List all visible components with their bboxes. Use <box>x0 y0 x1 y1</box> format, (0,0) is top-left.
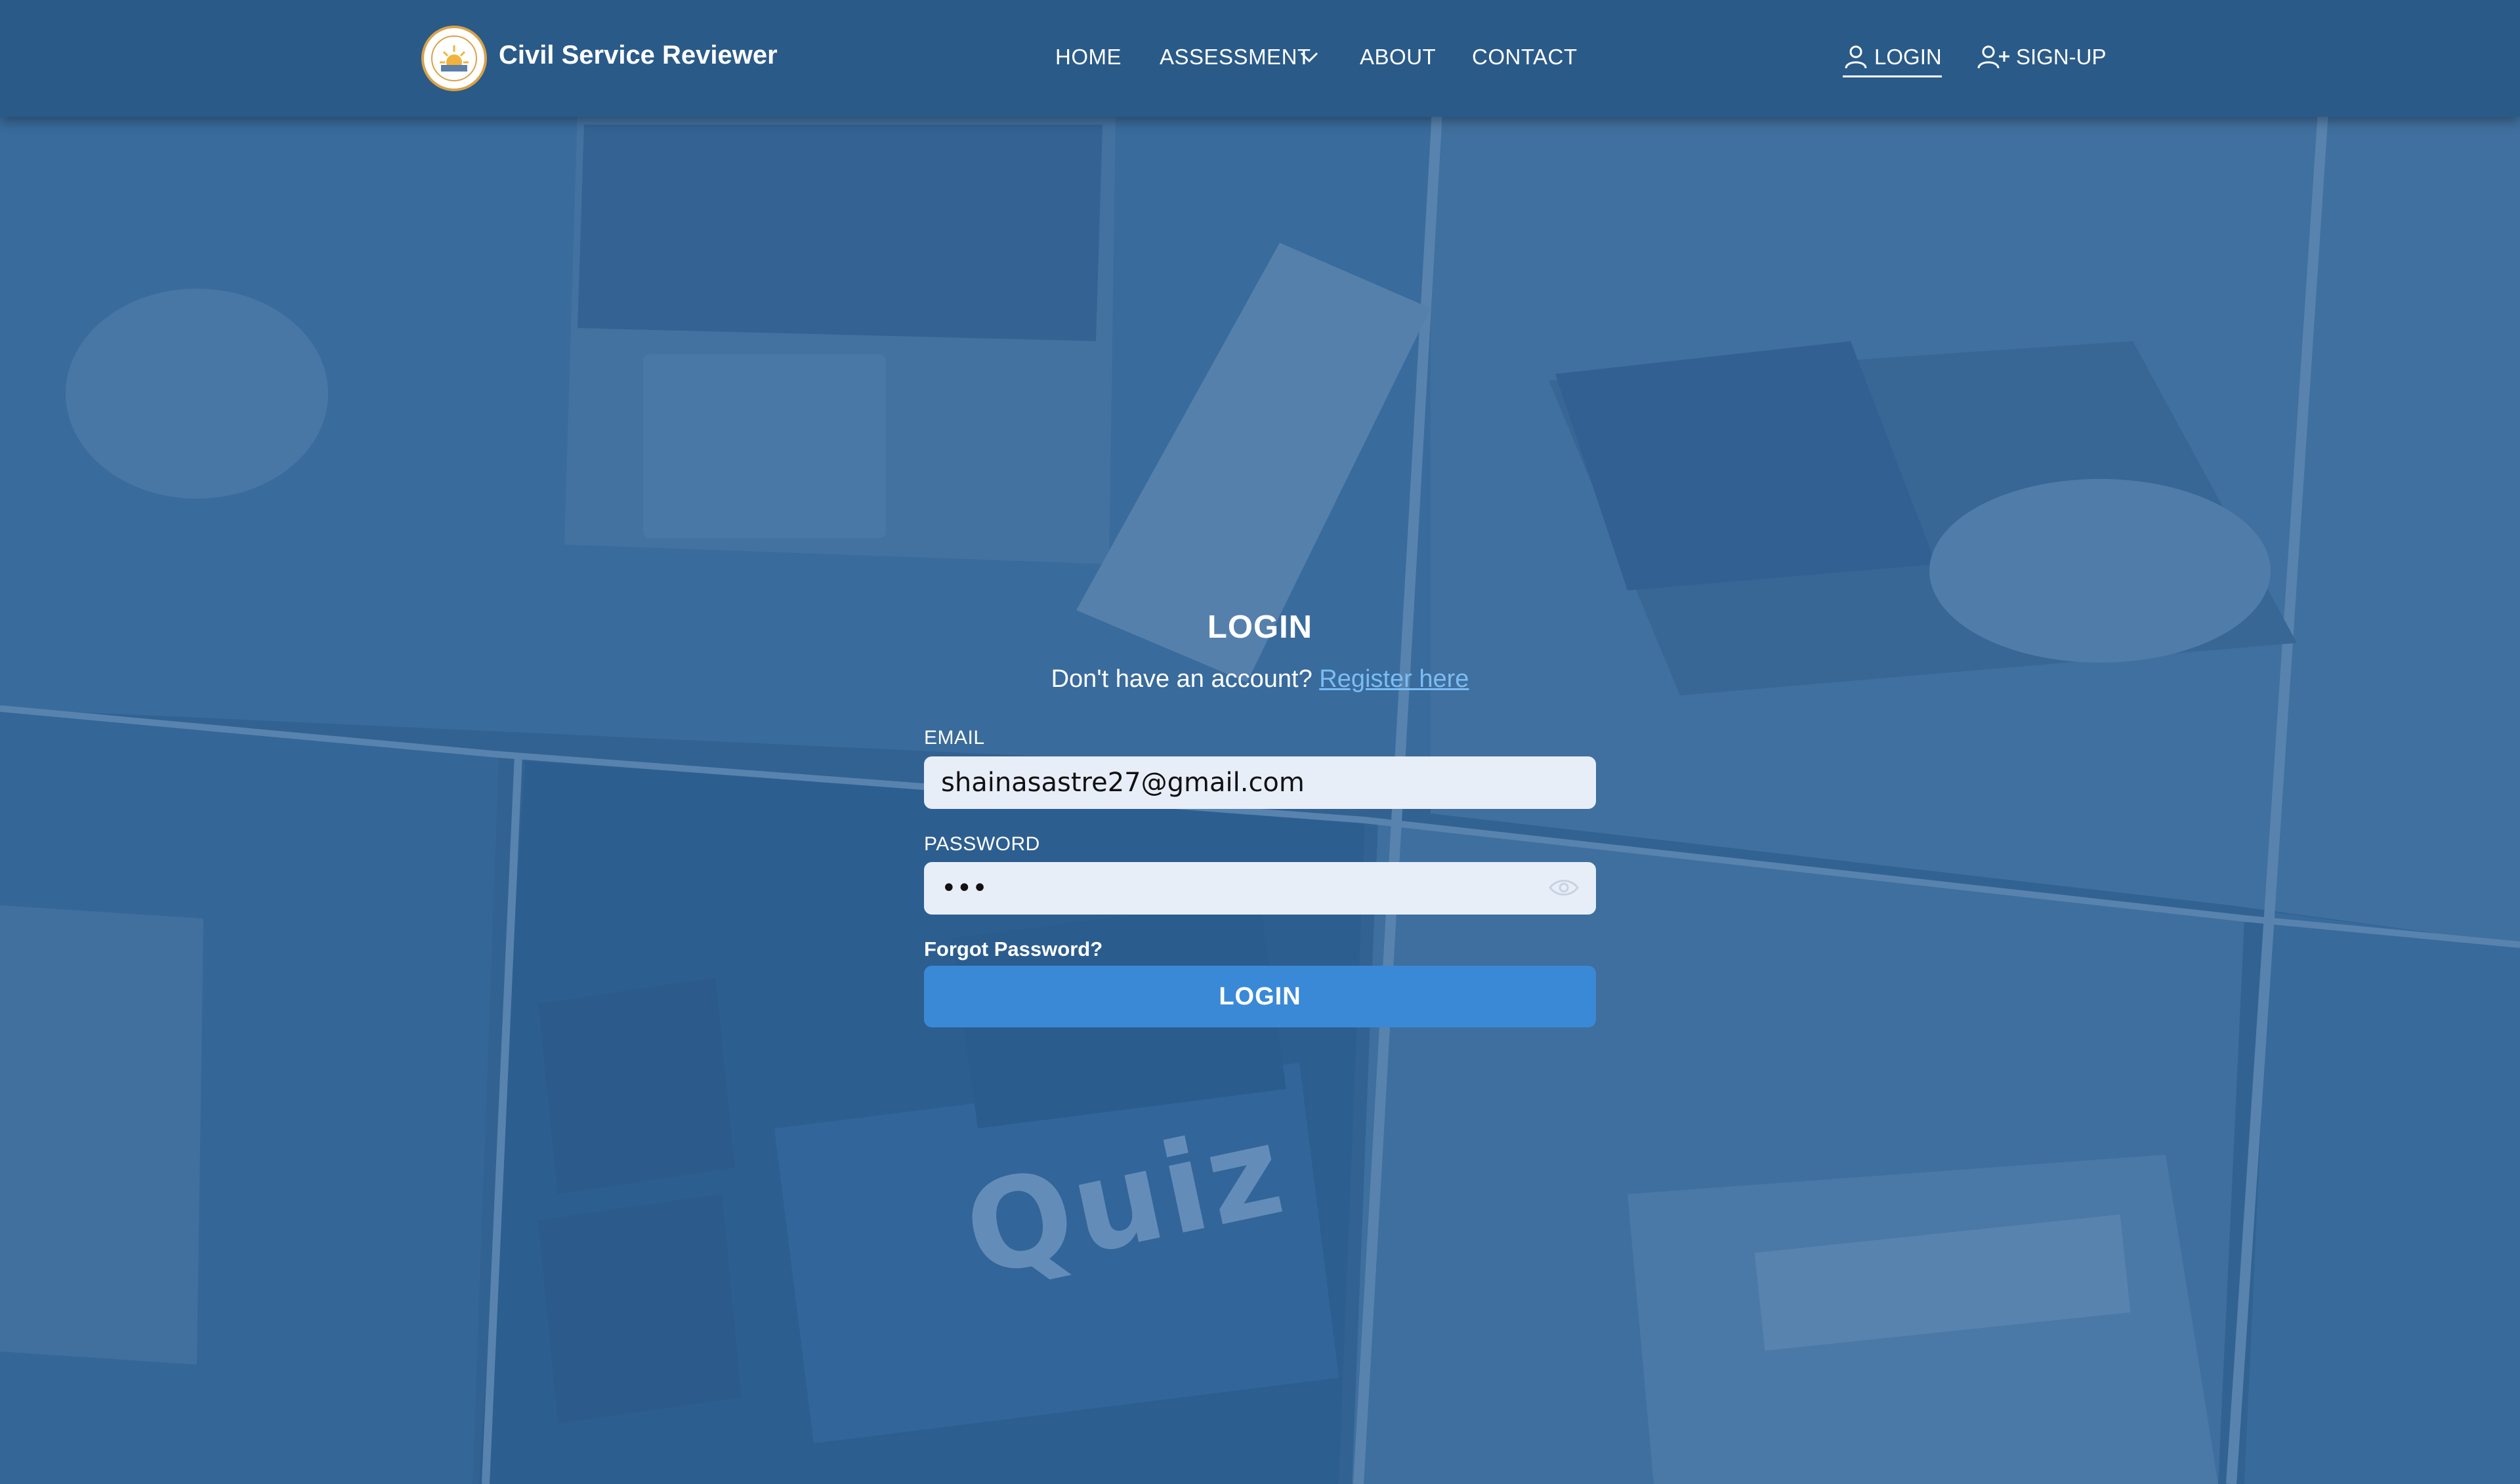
nav-contact[interactable]: CONTACT <box>1472 45 1578 70</box>
register-link[interactable]: Register here <box>1319 665 1469 693</box>
background-overlay <box>0 0 2520 1484</box>
brand-logo[interactable] <box>421 26 487 91</box>
email-field[interactable] <box>924 756 1596 809</box>
nav-about[interactable]: ABOUT <box>1360 45 1436 70</box>
nav-assessment[interactable]: ASSESSMENT <box>1160 45 1318 70</box>
login-button[interactable]: LOGIN <box>924 966 1596 1027</box>
register-prompt-text: Don't have an account? <box>1051 665 1312 693</box>
nav-signup-label: SIGN-UP <box>2016 45 2107 69</box>
chevron-down-icon <box>1300 52 1318 63</box>
brand-name[interactable]: Civil Service Reviewer <box>499 41 778 70</box>
nav-home[interactable]: HOME <box>1055 45 1122 70</box>
eye-icon[interactable] <box>1547 875 1580 901</box>
email-label: EMAIL <box>924 727 985 749</box>
nav-signup[interactable]: SIGN-UP <box>1977 45 2107 70</box>
nav-login-label: LOGIN <box>1874 45 1942 69</box>
user-plus-icon <box>1977 45 2009 69</box>
nav-login[interactable]: LOGIN <box>1843 45 1942 77</box>
active-underline <box>1843 75 1942 77</box>
background-collage: Quiz <box>0 0 2520 1484</box>
login-title: LOGIN <box>1207 609 1313 645</box>
register-prompt: Don't have an account? Register here <box>0 665 2520 693</box>
password-field[interactable] <box>924 862 1596 915</box>
nav-assessment-label: ASSESSMENT <box>1160 45 1311 69</box>
password-label: PASSWORD <box>924 833 1040 855</box>
forgot-password-link[interactable]: Forgot Password? <box>924 938 1102 961</box>
user-icon <box>1845 45 1867 69</box>
top-navbar: Civil Service Reviewer HOME ASSESSMENT A… <box>0 0 2520 117</box>
sun-logo-icon <box>425 30 483 87</box>
